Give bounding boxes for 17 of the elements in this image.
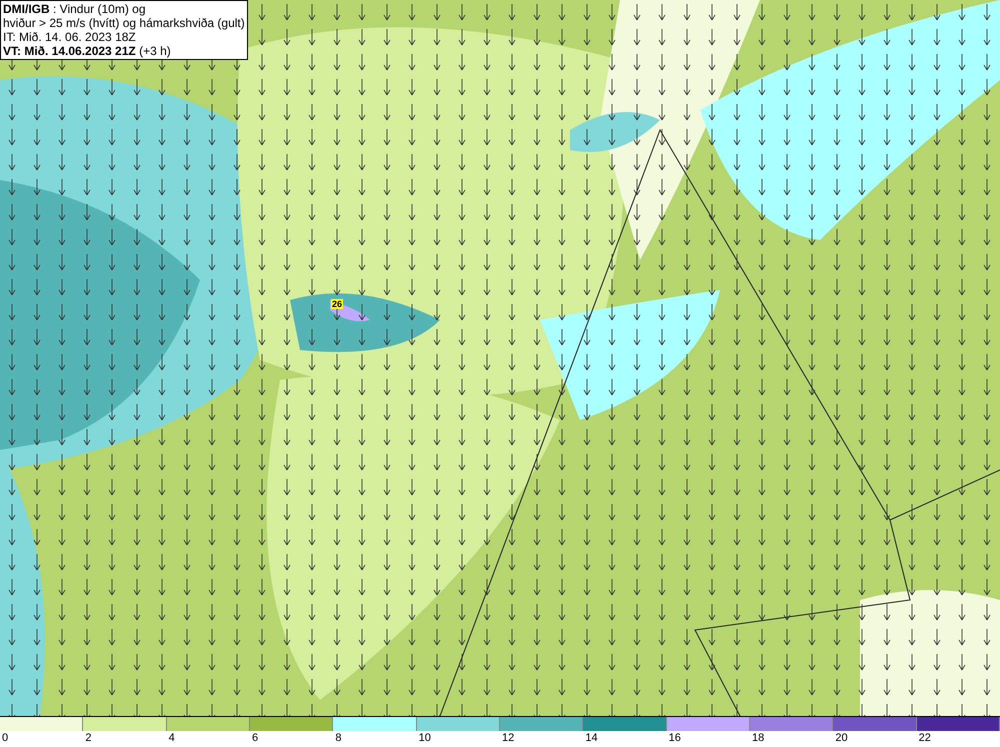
legend-tick-label: 4 [168, 731, 175, 745]
legend-tick-label: 6 [251, 731, 258, 745]
title-line: hviður > 25 m/s (hvítt) og hámarkshviða (gult) [3, 16, 245, 30]
legend-tick-label: 20 [834, 731, 848, 745]
legend-tick-label: 14 [584, 731, 598, 745]
max-gust-label: 26 [331, 299, 344, 309]
legend-tick-label: 18 [751, 731, 764, 745]
title-line: IT: Mið. 14. 06. 2023 18Z [3, 30, 137, 44]
legend-tick-label: 16 [668, 731, 681, 745]
legend-tick-label: 22 [918, 731, 931, 745]
legend-tick-label: 10 [418, 731, 431, 745]
legend-tick-label: 2 [84, 731, 92, 745]
title-line: VT: Mið. 14.06.2023 21Z (+3 h) [3, 44, 172, 58]
legend-tick-label: 12 [501, 731, 514, 745]
legend-tick-label: 8 [334, 731, 342, 745]
title-line: DMI/IGB : Vindur (10m) og [3, 2, 146, 16]
legend-tick-label: 0 [1, 731, 8, 745]
